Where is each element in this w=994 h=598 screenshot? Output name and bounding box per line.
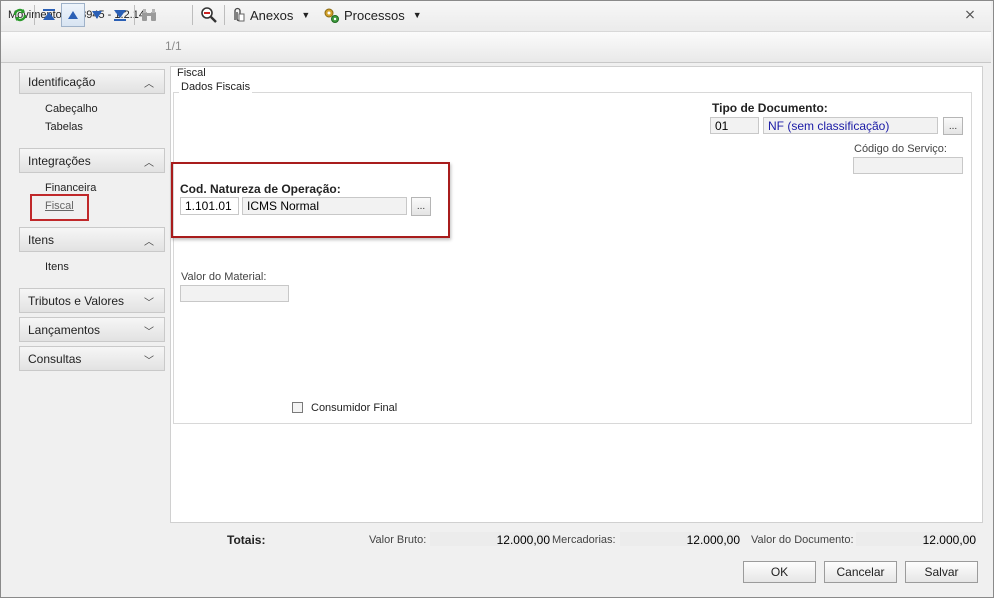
gears-icon (324, 8, 339, 23)
save-button[interactable]: Salvar (905, 561, 978, 583)
last-record-button[interactable] (110, 3, 130, 27)
valor-bruto-label: Valor Bruto: (369, 534, 427, 546)
toolbar-separator (192, 5, 193, 25)
valor-material-field[interactable] (180, 285, 289, 302)
sidebar-group-lancamentos[interactable]: Lançamentos ﹀ (19, 317, 165, 342)
tipo-documento-description-field: NF (sem classificação) (763, 117, 938, 134)
sidebar-group-tributos[interactable]: Tributos e Valores ﹀ (19, 288, 165, 313)
consumidor-final-checkbox[interactable] (292, 402, 303, 413)
chevron-down-icon: ▼ (301, 10, 311, 20)
previous-record-icon (68, 11, 78, 19)
toolbar-separator (224, 5, 225, 25)
previous-record-button[interactable] (61, 3, 85, 27)
chevron-down-icon: ﹀ (144, 356, 154, 367)
close-icon[interactable]: ⨯ (962, 6, 978, 23)
chevron-up-icon: ︿ (144, 79, 154, 90)
refresh-icon (13, 8, 27, 22)
sidebar-group-label: Identificação (28, 74, 96, 89)
tipo-documento-label: Tipo de Documento: (712, 101, 828, 115)
find-button[interactable] (139, 3, 159, 27)
sidebar-group-identificacao[interactable]: Identificação ︿ (19, 69, 165, 94)
sidebar-group-label: Integrações (28, 153, 91, 168)
sidebar-item-financeira[interactable]: Financeira (45, 182, 96, 194)
tipo-documento-code-field[interactable]: 01 (710, 117, 759, 134)
anexos-label: Anexos (250, 7, 294, 23)
paperclip-icon (234, 7, 245, 22)
dados-fiscais-group (173, 92, 972, 424)
magnifier-icon (201, 7, 217, 23)
sidebar-group-label: Consultas (28, 351, 82, 366)
valor-documento-value: 12.000,00 (922, 533, 976, 547)
chevron-down-icon: ▼ (412, 10, 422, 20)
chevron-down-icon: ﹀ (144, 327, 154, 338)
natureza-lookup-button[interactable]: ... (411, 197, 431, 216)
natureza-description-field: ICMS Normal (242, 197, 407, 215)
sidebar-group-label: Itens (28, 232, 55, 247)
section-title: Fiscal (177, 67, 206, 79)
next-record-button[interactable] (87, 3, 107, 27)
valor-bruto-value: 12.000,00 (496, 533, 550, 547)
binoculars-icon (142, 9, 156, 21)
record-counter: 1/1 (165, 39, 182, 53)
consumidor-final-label: Consumidor Final (311, 402, 398, 414)
ok-button[interactable]: OK (743, 561, 816, 583)
mercadorias-label: Mercadorias: (552, 534, 616, 546)
processos-menu-button[interactable]: Processos ▼ (323, 3, 423, 27)
codigo-servico-label: Código do Serviço: (854, 143, 947, 155)
toolbar-separator (34, 5, 35, 25)
processos-label: Processos (344, 7, 405, 23)
group-title: Dados Fiscais (179, 81, 253, 93)
cancel-button[interactable]: Cancelar (824, 561, 897, 583)
sidebar-group-itens[interactable]: Itens ︿ (19, 227, 165, 252)
zoom-search-button[interactable] (198, 3, 220, 27)
toolbar-separator (134, 5, 135, 25)
chevron-up-icon: ︿ (144, 158, 154, 169)
sidebar-group-consultas[interactable]: Consultas ﹀ (19, 346, 165, 371)
chevron-down-icon: ﹀ (144, 298, 154, 309)
sidebar-item-tabelas[interactable]: Tabelas (45, 121, 83, 133)
valor-documento-label: Valor do Documento: (751, 534, 854, 546)
sidebar-group-integracoes[interactable]: Integrações ︿ (19, 148, 165, 173)
chevron-up-icon: ︿ (144, 237, 154, 248)
totals-label: Totais: (227, 533, 266, 547)
tipo-documento-lookup-button[interactable]: ... (943, 117, 963, 135)
last-record-icon (114, 10, 126, 21)
valor-material-label: Valor do Material: (181, 271, 267, 283)
natureza-code-field[interactable]: 1.101.01 (180, 197, 239, 215)
toolbar (1, 31, 991, 63)
first-record-icon (43, 9, 55, 20)
sidebar-item-fiscal[interactable]: Fiscal (45, 200, 74, 212)
refresh-button[interactable] (10, 3, 30, 27)
mercadorias-value: 12.000,00 (686, 533, 740, 547)
sidebar-group-label: Lançamentos (28, 322, 101, 337)
anexos-menu-button[interactable]: Anexos ▼ (230, 3, 316, 27)
sidebar-group-label: Tributos e Valores (28, 293, 125, 308)
sidebar-item-itens[interactable]: Itens (45, 261, 69, 273)
first-record-button[interactable] (39, 3, 59, 27)
sidebar-item-cabecalho[interactable]: Cabeçalho (45, 103, 98, 115)
codigo-servico-field[interactable] (853, 157, 963, 174)
next-record-icon (92, 11, 102, 19)
natureza-label: Cod. Natureza de Operação: (180, 182, 341, 196)
